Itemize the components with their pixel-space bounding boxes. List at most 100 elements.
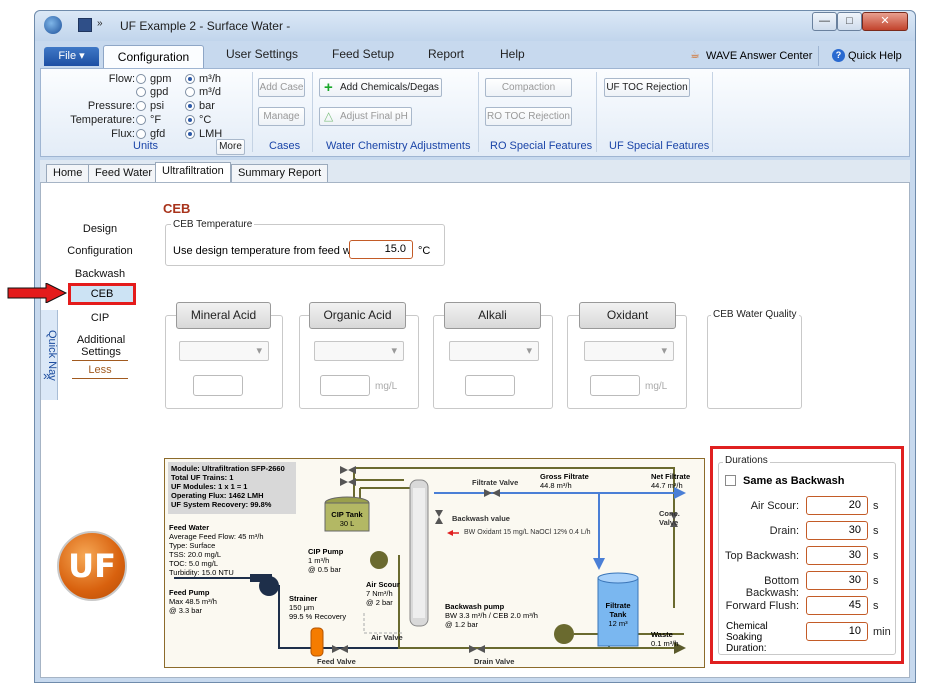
durations-title: Durations xyxy=(723,455,770,466)
flux-gfd-radio[interactable] xyxy=(136,129,146,139)
air-scour-input[interactable]: 20 xyxy=(806,496,868,515)
alkali-dose-input[interactable] xyxy=(465,375,515,396)
uf-toc-rejection-button[interactable]: UF TOC Rejection xyxy=(604,78,690,97)
module-info-line: Operating Flux: 1462 LMH xyxy=(171,491,264,500)
same-as-backwash-label: Same as Backwash xyxy=(743,475,845,487)
divider xyxy=(818,46,819,66)
forward-flush-unit: s xyxy=(873,600,879,612)
strainer-line: 99.5 % Recovery xyxy=(289,612,347,621)
file-menu-tab[interactable]: File ▾ xyxy=(44,47,99,66)
module-info-line: Total UF Trains: 1 xyxy=(171,473,234,482)
oxidant-unit: mg/L xyxy=(645,381,668,392)
alkali-dropdown[interactable] xyxy=(449,341,539,361)
same-as-backwash-checkbox[interactable] xyxy=(725,475,736,486)
nav-additional-settings[interactable]: Additional Settings xyxy=(76,334,126,358)
waste-info: Waste 0.1 m³/h xyxy=(651,630,679,648)
flow-m3h-radio[interactable] xyxy=(185,74,195,84)
maximize-button[interactable]: □ xyxy=(837,12,862,31)
bottom-backwash-input[interactable]: 30 xyxy=(806,571,868,590)
tab-summary-report[interactable]: Summary Report xyxy=(231,164,329,183)
feed-pump-line: Max 48.5 m³/h xyxy=(169,597,217,606)
air-scour-line: @ 2 bar xyxy=(366,598,393,607)
compaction-button[interactable]: Compaction xyxy=(485,78,572,97)
nav-backwash[interactable]: Backwash xyxy=(62,268,138,280)
ceb-temperature-input[interactable]: 15.0 xyxy=(349,240,413,259)
oxidant-button[interactable]: Oxidant xyxy=(579,302,676,329)
drain-input[interactable]: 30 xyxy=(806,521,868,540)
tab-feed-setup[interactable]: Feed Setup xyxy=(332,47,394,61)
save-icon[interactable] xyxy=(78,18,92,32)
divider xyxy=(712,72,713,152)
cip-pump-line: @ 0.5 bar xyxy=(308,565,342,574)
temperature-c-radio[interactable] xyxy=(185,115,195,125)
oxidant-dose-input[interactable] xyxy=(590,375,640,396)
answer-center-link[interactable]: WAVE Answer Center xyxy=(706,50,812,62)
organic-acid-dropdown[interactable] xyxy=(314,341,404,361)
mineral-acid-dose-input[interactable] xyxy=(193,375,243,396)
flow-m3h-label: m³/h xyxy=(199,73,221,85)
strainer-info: Strainer 150 μm 99.5 % Recovery xyxy=(289,594,346,621)
ro-toc-rejection-button[interactable]: RO TOC Rejection xyxy=(485,107,572,126)
backwash-pump-line: @ 1.2 bar xyxy=(445,620,479,629)
nav-configuration[interactable]: Configuration xyxy=(62,245,138,257)
tab-report[interactable]: Report xyxy=(428,47,464,61)
nav-cip[interactable]: CIP xyxy=(62,312,138,324)
air-scour-label: Air Scour: xyxy=(750,500,799,512)
chemical-soaking-input[interactable]: 10 xyxy=(806,622,868,641)
oxidant-dropdown[interactable] xyxy=(584,341,674,361)
conc-valve-line: Valve xyxy=(659,518,679,527)
cip-tank-volume: 30 L xyxy=(339,519,355,528)
page-title: CEB xyxy=(163,201,191,216)
manage-cases-button[interactable]: Manage xyxy=(258,107,305,126)
divider xyxy=(478,72,479,152)
temperature-f-label: °F xyxy=(150,114,162,126)
top-backwash-unit: s xyxy=(873,550,879,562)
flow-gpm-radio[interactable] xyxy=(136,74,146,84)
chemical-soaking-unit: min xyxy=(873,626,891,638)
pressure-psi-radio[interactable] xyxy=(136,101,146,111)
net-filtrate-info: Net Filtrate 44.7 m³/h xyxy=(651,472,690,490)
tab-user-settings[interactable]: User Settings xyxy=(226,47,298,61)
quick-access-overflow-icon[interactable]: » xyxy=(97,18,103,29)
organic-acid-unit: mg/L xyxy=(375,381,398,392)
alkali-button[interactable]: Alkali xyxy=(444,302,541,329)
flow-gpd-radio[interactable] xyxy=(136,87,146,97)
tab-help[interactable]: Help xyxy=(500,47,525,61)
adjust-ph-label: Adjust Final pH xyxy=(340,111,408,122)
add-case-button[interactable]: Add Case xyxy=(258,78,305,97)
mineral-acid-dropdown[interactable] xyxy=(179,341,269,361)
nav-design[interactable]: Design xyxy=(62,223,138,235)
tab-home[interactable]: Home xyxy=(46,164,90,183)
add-chemicals-label: Add Chemicals/Degas xyxy=(340,82,439,93)
net-filtrate-title: Net Filtrate xyxy=(651,472,691,481)
feed-pump-info: Feed Pump Max 48.5 m³/h @ 3.3 bar xyxy=(169,588,217,615)
filtrate-tank-line: Filtrate xyxy=(605,601,631,610)
feed-water-title: Feed Water xyxy=(169,523,210,532)
quick-help-button[interactable]: Quick Help xyxy=(848,50,902,62)
adjust-ph-button[interactable]: △ Adjust Final pH xyxy=(319,107,412,126)
conc-valve-line: Conc. xyxy=(659,509,680,518)
nav-ceb[interactable]: CEB xyxy=(68,283,136,305)
organic-acid-button[interactable]: Organic Acid xyxy=(309,302,406,329)
more-units-button[interactable]: More xyxy=(216,139,245,155)
top-backwash-input[interactable]: 30 xyxy=(806,546,868,565)
pressure-bar-radio[interactable] xyxy=(185,101,195,111)
minimize-button[interactable]: — xyxy=(812,12,837,31)
nav-less-toggle[interactable]: Less xyxy=(62,364,138,376)
close-button[interactable]: ✕ xyxy=(862,12,908,31)
mineral-acid-button[interactable]: Mineral Acid xyxy=(176,302,271,329)
tab-ultrafiltration[interactable]: Ultrafiltration xyxy=(155,162,231,182)
flux-lmh-radio[interactable] xyxy=(185,129,195,139)
feed-water-line: Type: Surface xyxy=(169,541,216,550)
temperature-f-radio[interactable] xyxy=(136,115,146,125)
expand-nav-icon[interactable]: » xyxy=(43,368,50,383)
backwash-value-label: Backwash value xyxy=(452,514,510,523)
forward-flush-input[interactable]: 45 xyxy=(806,596,868,615)
add-chemicals-button[interactable]: + Add Chemicals/Degas xyxy=(319,78,442,97)
air-scour-line: 7 Nm³/h xyxy=(366,589,393,598)
tab-configuration[interactable]: Configuration xyxy=(103,45,204,69)
feed-pump-title: Feed Pump xyxy=(169,588,210,597)
organic-acid-dose-input[interactable] xyxy=(320,375,370,396)
tab-feed-water[interactable]: Feed Water xyxy=(88,164,160,183)
flow-m3d-radio[interactable] xyxy=(185,87,195,97)
